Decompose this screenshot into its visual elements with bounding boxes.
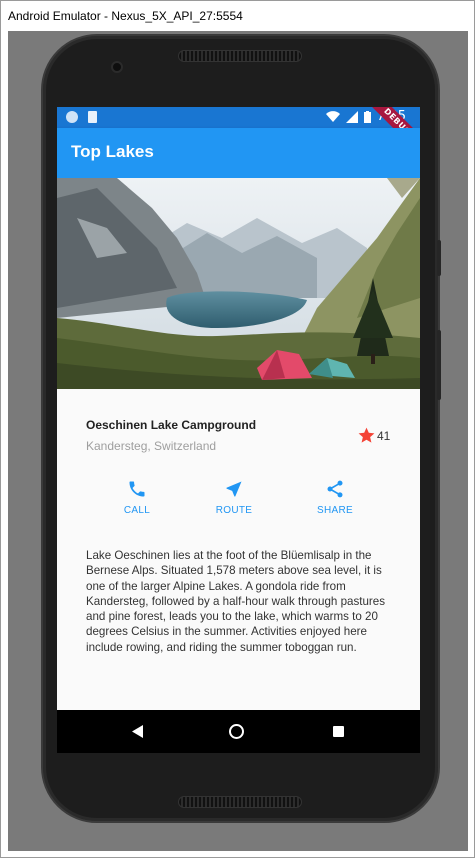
share-button[interactable]: SHARE bbox=[290, 479, 380, 516]
system-nav-bar bbox=[57, 710, 420, 753]
place-location: Kandersteg, Switzerland bbox=[86, 439, 217, 453]
home-icon[interactable] bbox=[229, 724, 244, 739]
title-section: Oeschinen Lake Campground Kandersteg, Sw… bbox=[57, 389, 420, 479]
notification-icon bbox=[66, 111, 78, 123]
call-button[interactable]: CALL bbox=[92, 479, 182, 516]
call-label: CALL bbox=[123, 505, 151, 516]
bottom-speaker bbox=[178, 796, 302, 808]
place-name: Oeschinen Lake Campground bbox=[86, 418, 257, 432]
wifi-icon bbox=[325, 110, 340, 122]
lake-photo bbox=[57, 178, 420, 389]
share-label: SHARE bbox=[317, 505, 353, 516]
app-bar: Top Lakes bbox=[57, 128, 420, 178]
recents-icon[interactable] bbox=[333, 726, 344, 737]
window-title: Android Emulator - Nexus_5X_API_27:5554 bbox=[1, 1, 474, 31]
share-icon bbox=[327, 480, 343, 498]
button-section: CALL ROUTE SHARE bbox=[57, 479, 420, 529]
top-speaker bbox=[178, 50, 302, 62]
device-screen: 7:35 DEBUG Top Lakes bbox=[57, 107, 420, 753]
route-label: ROUTE bbox=[215, 505, 253, 516]
page-title: Top Lakes bbox=[71, 142, 154, 161]
front-camera bbox=[111, 61, 123, 73]
route-button[interactable]: ROUTE bbox=[189, 479, 279, 516]
phone-icon bbox=[129, 481, 145, 497]
description-text: Lake Oeschinen lies at the foot of the B… bbox=[86, 549, 386, 654]
battery-icon bbox=[363, 110, 371, 123]
back-icon[interactable] bbox=[132, 725, 144, 738]
power-button[interactable] bbox=[437, 240, 441, 276]
favorite-count: 41 bbox=[377, 429, 391, 443]
sd-card-icon bbox=[88, 111, 97, 123]
star-icon[interactable] bbox=[357, 426, 376, 445]
volume-button[interactable] bbox=[437, 330, 441, 400]
lake-landscape-image bbox=[57, 178, 420, 389]
signal-icon bbox=[345, 110, 358, 123]
status-bar: 7:35 DEBUG bbox=[57, 107, 420, 159]
navigation-icon bbox=[226, 481, 242, 497]
